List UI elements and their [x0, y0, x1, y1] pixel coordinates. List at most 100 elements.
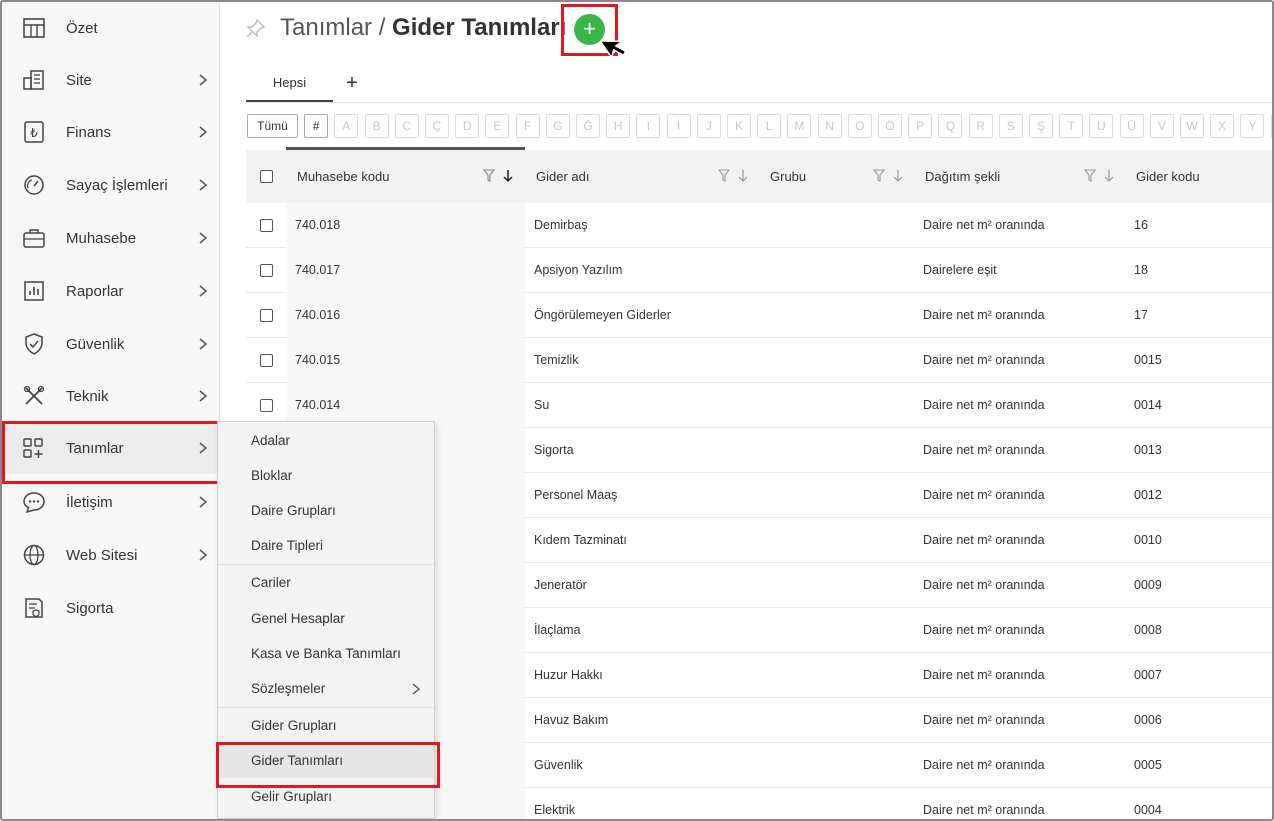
sidebar-item-teknik[interactable]: Teknik [2, 370, 220, 422]
alpha-filter-button[interactable]: I [636, 114, 661, 138]
chevron-right-icon [412, 682, 421, 695]
page-title: Tanımlar / Gider Tanımları [280, 14, 566, 42]
select-all-checkbox[interactable] [260, 170, 273, 183]
cell-gider-kodu: 16 [1134, 218, 1148, 232]
sidebar-item-guvenlik[interactable]: Güvenlik [2, 318, 220, 370]
sidebar-item-label: Güvenlik [66, 335, 125, 353]
filter-sort-icon[interactable] [1083, 168, 1117, 184]
row-checkbox[interactable] [260, 399, 273, 412]
alpha-filter-button[interactable]: Ğ [576, 114, 600, 138]
alpha-filter-button[interactable]: Ö [878, 114, 902, 138]
sidebar-item-sigorta[interactable]: Sigorta [2, 582, 220, 634]
cell-gider-adi: Kıdem Tazminatı [534, 533, 627, 547]
cell-gider-adi: Jeneratör [534, 578, 587, 592]
alpha-filter-button[interactable]: D [455, 114, 480, 138]
alpha-filter-button[interactable]: J [696, 114, 721, 138]
row-checkbox[interactable] [260, 354, 273, 367]
sidebar-item-finans[interactable]: ₺ Finans [2, 106, 220, 158]
filter-sort-icon[interactable] [717, 168, 751, 184]
shield-icon [25, 333, 43, 355]
alpha-filter-button[interactable]: R [968, 114, 993, 138]
row-checkbox[interactable] [260, 219, 273, 232]
submenu-item-bloklar[interactable]: Bloklar [218, 458, 434, 493]
alpha-filter-button[interactable]: Z [1270, 114, 1274, 138]
sidebar-item-label: Sigorta [66, 599, 114, 617]
submenu-item-sozlesmeler[interactable]: Sözleşmeler [218, 671, 434, 706]
alpha-filter-button[interactable]: Y [1240, 114, 1265, 138]
alpha-filter-button[interactable]: N [817, 114, 842, 138]
alpha-filter-button[interactable]: O [847, 114, 872, 138]
alpha-filter-button[interactable]: Tümü [247, 114, 298, 138]
alpha-filter-button[interactable]: G [545, 114, 570, 138]
chevron-right-icon [199, 442, 208, 454]
submenu-item-gider-gruplari[interactable]: Gider Grupları [218, 708, 434, 743]
alpha-filter-button[interactable]: C [394, 114, 419, 138]
row-checkbox[interactable] [260, 309, 273, 322]
alpha-filter-button[interactable]: V [1149, 114, 1174, 138]
sidebar-item-raporlar[interactable]: Raporlar [2, 265, 220, 317]
alpha-filter-button[interactable]: W [1180, 114, 1204, 138]
submenu-item-daire-tipleri[interactable]: Daire Tipleri [218, 528, 434, 563]
table-row[interactable]: 740.015 Temizlik Daire net m² oranında 0015 [246, 338, 1274, 383]
sidebar-item-sayac-islemleri[interactable]: Sayaç İşlemleri [2, 159, 220, 211]
alpha-filter-button[interactable]: T [1059, 114, 1084, 138]
alpha-filter-button[interactable]: Ü [1119, 114, 1144, 138]
alpha-filter-button[interactable]: M [787, 114, 812, 138]
alpha-filter-button[interactable]: X [1210, 114, 1235, 138]
submenu-item-cariler[interactable]: Cariler [218, 565, 434, 600]
sidebar: Özet Site ₺ Finans Sayaç İşlemleri Muhas… [2, 2, 221, 819]
filter-sort-icon[interactable] [872, 168, 906, 184]
alpha-filter-button[interactable]: # [304, 114, 329, 138]
alpha-filter-button[interactable]: B [364, 114, 389, 138]
alpha-filter-button[interactable]: İ [666, 114, 691, 138]
insurance-document-icon [25, 598, 43, 618]
sidebar-item-ozet[interactable]: Özet [2, 2, 220, 54]
alpha-filter-button[interactable]: Ş [1029, 114, 1053, 138]
table-row[interactable]: 740.017 Apsiyon Yazılım Dairelere eşit 18 [246, 248, 1274, 293]
submenu-item-adalar[interactable]: Adalar [218, 423, 434, 458]
alpha-filter-button[interactable]: F [515, 114, 540, 138]
sidebar-item-iletisim[interactable]: İletişim [2, 476, 220, 528]
alpha-filter-button[interactable]: K [727, 114, 751, 138]
alpha-filter-button[interactable]: Q [938, 114, 963, 138]
alpha-filter-button[interactable]: U [1089, 114, 1114, 138]
submenu-item-genel-hesaplar[interactable]: Genel Hesaplar [218, 601, 434, 636]
column-header-grubu[interactable]: Grubu [770, 150, 806, 203]
cell-dagitim-sekli: Daire net m² oranında [923, 308, 1045, 322]
building-icon [23, 70, 44, 90]
alpha-filter-button[interactable]: P [908, 114, 933, 138]
cell-dagitim-sekli: Dairelere eşit [923, 263, 997, 277]
sidebar-item-web-sitesi[interactable]: Web Sitesi [2, 529, 220, 581]
add-tab-button[interactable]: + [342, 72, 362, 94]
table-row[interactable]: 740.018 Demirbaş Daire net m² oranında 16 [246, 203, 1274, 248]
alpha-filter-button[interactable]: A [334, 114, 359, 138]
column-header-muhasebe-kodu[interactable]: Muhasebe kodu [297, 150, 390, 203]
submenu-item-gider-tanimlari[interactable]: Gider Tanımları [216, 742, 440, 788]
submenu-item-gelir-gruplari[interactable]: Gelir Grupları [218, 779, 434, 814]
row-checkbox[interactable] [260, 264, 273, 277]
svg-text:₺: ₺ [30, 126, 38, 140]
alpha-filter-button[interactable]: S [998, 114, 1023, 138]
table-row[interactable]: 740.016 Öngörülemeyen Giderler Daire net m… [246, 293, 1274, 338]
sidebar-item-label: Özet [66, 19, 98, 37]
cell-gider-kodu: 0006 [1134, 713, 1162, 727]
column-header-dagitim-sekli[interactable]: Dağıtım şekli [925, 150, 1000, 203]
tab-hepsi[interactable]: Hepsi [246, 62, 333, 102]
alpha-filter-button[interactable]: E [485, 114, 510, 138]
alpha-filter-button[interactable]: L [757, 114, 782, 138]
alpha-filter-button[interactable]: Ç [425, 114, 449, 138]
alpha-filter-button[interactable]: H [606, 114, 631, 138]
filter-sort-desc-icon[interactable] [482, 168, 516, 184]
sidebar-item-muhasebe[interactable]: Muhasebe [2, 212, 220, 264]
column-header-gider-adi[interactable]: Gider adı [536, 150, 589, 203]
pin-icon[interactable] [244, 18, 266, 40]
cell-muhasebe-kodu: 740.018 [295, 218, 341, 232]
sidebar-item-tanimlar[interactable]: Tanımlar [2, 421, 221, 484]
submenu-item-kasa-banka[interactable]: Kasa ve Banka Tanımları [218, 636, 434, 671]
breadcrumb-parent[interactable]: Tanımlar / [280, 14, 385, 41]
column-header-gider-kodu[interactable]: Gider kodu [1136, 150, 1200, 203]
add-expense-button[interactable]: + [574, 14, 605, 45]
submenu-item-daire-gruplari[interactable]: Daire Grupları [218, 493, 434, 528]
chevron-right-icon [199, 549, 208, 561]
sidebar-item-site[interactable]: Site [2, 54, 220, 106]
